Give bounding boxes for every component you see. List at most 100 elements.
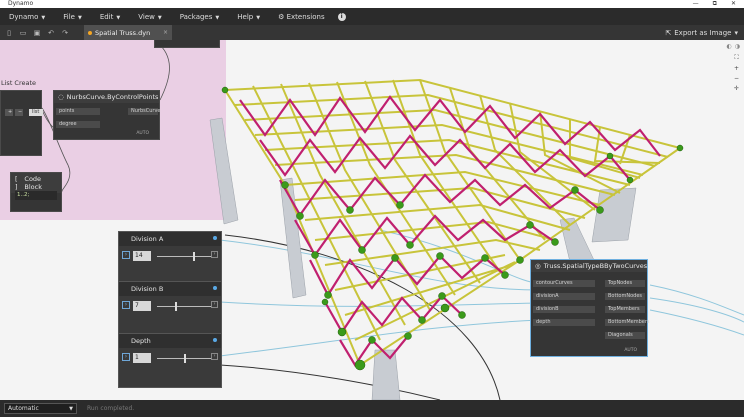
export-label: Export as Image (674, 28, 732, 37)
slider-options-button[interactable]: › (211, 251, 218, 258)
chevron-down-icon: ▼ (41, 14, 46, 21)
output-port-bottomnodes[interactable]: BottomNodes (605, 293, 645, 300)
window-title: Dynamo (8, 0, 34, 7)
pan-icon[interactable]: ✛ (732, 85, 741, 92)
chevron-down-icon: ▼ (69, 405, 73, 412)
slider-title: Division A (131, 235, 164, 243)
slider-thumb[interactable] (184, 354, 186, 363)
menu-help[interactable]: Help ▼ (228, 13, 269, 21)
slider-track[interactable] (157, 256, 211, 257)
add-input-button[interactable]: + (5, 109, 13, 116)
geometry-view-icon[interactable]: ◐ (727, 43, 732, 50)
status-bar: Automatic ▼ Run completed. (0, 400, 744, 417)
output-port-topnodes[interactable]: TopNodes (605, 280, 645, 287)
redo-icon[interactable]: ↷ (60, 28, 70, 38)
slider-depth[interactable]: Depth › 1 › (118, 333, 222, 388)
close-button[interactable]: ✕ (731, 0, 736, 8)
workspace-canvas[interactable]: List Create + − list ◌ NurbsCurve.ByCont… (0, 40, 744, 400)
menu-view[interactable]: View ▼ (129, 13, 170, 21)
output-port-diagonals[interactable]: Diagonals (605, 332, 645, 339)
output-port-dot[interactable] (213, 236, 217, 240)
partial-node-top[interactable] (154, 40, 220, 48)
node-list-create[interactable]: List Create + − list (0, 79, 43, 156)
node-header: ◌ NurbsCurve.ByControlPoints (54, 91, 159, 103)
view-toggle: ◐ ◑ (727, 43, 741, 50)
node-type-icon: ◌ (58, 93, 64, 101)
node-title: List Create (1, 79, 37, 87)
export-as-image-button[interactable]: ⇱ Export as Image ▾ (665, 25, 738, 40)
zoom-in-icon[interactable]: + (732, 65, 741, 72)
expand-slider-button[interactable]: › (122, 353, 130, 361)
slider-options-button[interactable]: › (211, 301, 218, 308)
menu-file[interactable]: File ▼ (54, 13, 91, 21)
dynamo-window: Dynamo — ⧉ ✕ Dynamo ▼ File ▼ Edit ▼ View ▼ P… (0, 0, 744, 417)
output-port-topmembers[interactable]: TopMembers (605, 306, 645, 313)
slider-title: Depth (131, 337, 151, 345)
node-title: Code Block (24, 175, 42, 191)
node-title: NurbsCurve.ByControlPoints (66, 93, 159, 101)
zoom-fit-icon[interactable]: ⛶ (732, 54, 741, 62)
node-code-block[interactable]: [ ] Code Block 1..2; (10, 172, 62, 212)
output-port-dot[interactable] (213, 286, 217, 290)
slider-thumb[interactable] (174, 302, 177, 311)
undo-icon[interactable]: ↶ (46, 28, 56, 38)
input-port-degree[interactable]: degree (56, 121, 100, 128)
chevron-down-icon: ▼ (215, 14, 220, 21)
run-mode-value: Automatic (8, 405, 39, 412)
chevron-down-icon: ▼ (116, 14, 121, 21)
expand-slider-button[interactable]: › (122, 251, 130, 259)
menu-bar: Dynamo ▼ File ▼ Edit ▼ View ▼ Packages ▼ Help… (0, 8, 744, 25)
slider-thumb[interactable] (193, 252, 196, 261)
node-type-icon: ◎ (535, 262, 541, 270)
slider-track[interactable] (157, 306, 211, 307)
chevron-down-icon: ▼ (157, 14, 162, 21)
lacing-label: AUTO (136, 131, 149, 136)
menu-dynamo[interactable]: Dynamo ▼ (0, 13, 54, 21)
tab-spatial-truss[interactable]: Spatial Truss.dyn × (84, 25, 172, 40)
chevron-down-icon: ▼ (256, 14, 261, 21)
expand-slider-button[interactable]: › (122, 301, 130, 309)
menu-packages[interactable]: Packages ▼ (171, 13, 229, 21)
remove-input-button[interactable]: − (15, 109, 23, 116)
slider-value-field[interactable]: 7 (133, 301, 151, 311)
node-title: Truss.SpatialTypeBByTwoCurves (543, 262, 648, 270)
slider-division-a[interactable]: Division A › 14 › (118, 231, 222, 286)
chevron-down-icon: ▾ (734, 28, 738, 37)
code-editor[interactable]: 1..2; (15, 191, 57, 200)
slider-header: Division A (119, 232, 221, 246)
input-port-divisionb[interactable]: divisionB (533, 306, 595, 313)
menu-extensions[interactable]: ⚙ Extensions (269, 13, 334, 21)
input-port-points[interactable]: points (56, 108, 100, 115)
minimize-button[interactable]: — (693, 0, 699, 8)
output-port-dot[interactable] (213, 338, 217, 342)
new-file-icon[interactable]: ▯ (4, 28, 14, 38)
open-folder-icon[interactable]: ▭ (18, 28, 28, 38)
slider-options-button[interactable]: › (211, 353, 218, 360)
output-port-bottommembers[interactable]: BottomMembers (605, 319, 650, 326)
slider-division-b[interactable]: Division B › 7 › (118, 281, 222, 336)
menu-edit[interactable]: Edit ▼ (91, 13, 129, 21)
node-header: [ ] Code Block (11, 173, 61, 193)
graph-view-icon[interactable]: ◑ (735, 43, 740, 50)
node-truss-spatial[interactable]: ◎ Truss.SpatialTypeBByTwoCurves contourC… (530, 259, 650, 357)
input-port-contourcurves[interactable]: contourCurves (533, 280, 595, 287)
slider-value-field[interactable]: 1 (133, 353, 151, 363)
slider-title: Division B (131, 285, 164, 293)
input-port-depth[interactable]: depth (533, 319, 595, 326)
node-header: ◎ Truss.SpatialTypeBByTwoCurves (531, 260, 647, 272)
gear-icon: ⚙ (278, 12, 287, 21)
slider-header: Depth (119, 334, 221, 348)
unsaved-indicator (88, 30, 92, 35)
tab-close-button[interactable]: × (163, 29, 168, 36)
slider-value-field[interactable]: 14 (133, 251, 151, 261)
output-port-nurbscurve[interactable]: NurbsCurve (128, 108, 161, 115)
input-port-divisiona[interactable]: divisionA (533, 293, 595, 300)
info-icon[interactable]: i (337, 12, 346, 21)
export-icon: ⇱ (665, 28, 672, 37)
maximize-button[interactable]: ⧉ (713, 0, 717, 8)
zoom-out-icon[interactable]: − (732, 75, 741, 82)
save-icon[interactable]: ▣ (32, 28, 42, 38)
output-port-list[interactable]: list (29, 109, 43, 116)
node-nurbscurve[interactable]: ◌ NurbsCurve.ByControlPoints points degr… (53, 90, 161, 140)
run-mode-dropdown[interactable]: Automatic ▼ (4, 403, 77, 414)
